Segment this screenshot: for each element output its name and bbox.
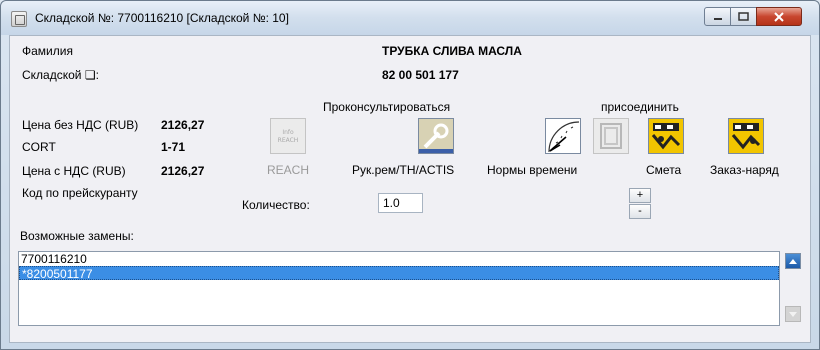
estimate-icon — [649, 119, 683, 153]
repair-manual-button[interactable] — [418, 118, 454, 154]
triangle-up-icon — [789, 259, 797, 264]
minimize-button[interactable] — [704, 7, 731, 26]
quantity-decrement-button[interactable]: - — [629, 204, 651, 219]
quantity-increment-button[interactable]: + — [629, 188, 651, 203]
triangle-down-icon — [789, 312, 797, 317]
wrench-icon — [419, 119, 453, 153]
app-icon — [11, 11, 27, 27]
work-order-label: Заказ-наряд — [710, 163, 779, 177]
reach-info-icon: Info REACH — [278, 129, 299, 144]
estimate-label: Смета — [646, 163, 682, 177]
family-label: Фамилия — [22, 44, 73, 58]
replacements-label: Возможные замены: — [20, 229, 134, 243]
minimize-icon — [713, 17, 722, 20]
cort-label: CORT — [22, 140, 56, 154]
svg-text:Info: Info — [282, 129, 294, 136]
reach-label: REACH — [267, 163, 310, 177]
maximize-icon — [738, 12, 749, 21]
gross-price-label: Цена с НДС (RUB) — [22, 164, 126, 178]
net-price-value: 2126,27 — [161, 118, 205, 132]
cort-value: 1-71 — [161, 140, 186, 154]
replacements-list[interactable]: 7700116210 *8200501177 — [18, 251, 780, 326]
stock-number-value: 82 00 501 177 — [382, 68, 459, 82]
time-norms-label: Нормы времени — [487, 163, 578, 177]
stock-number-label: Складской ❏: — [22, 68, 99, 82]
work-order-button[interactable] — [728, 118, 764, 154]
work-order-icon — [729, 119, 763, 153]
clock-icon — [546, 119, 580, 153]
svg-text:REACH: REACH — [278, 137, 299, 144]
list-item-selected[interactable]: *8200501177 — [19, 266, 779, 281]
scroll-up-button[interactable] — [785, 253, 801, 269]
close-button[interactable] — [756, 7, 802, 26]
document-stack-icon — [600, 123, 622, 149]
repair-manual-label: Рук.рем/TH/ACTIS — [352, 163, 455, 177]
application-window: Складской №: 7700116210 [Складской №: 10… — [0, 0, 820, 350]
reach-button[interactable]: Info REACH — [270, 118, 306, 154]
net-price-label: Цена без НДС (RUB) — [22, 118, 139, 132]
title-bar[interactable]: Складской №: 7700116210 [Складской №: 10… — [1, 1, 819, 35]
maximize-button[interactable] — [730, 7, 757, 26]
window-title: Складской №: 7700116210 [Складской №: 10… — [35, 11, 289, 25]
estimate-button[interactable] — [648, 118, 684, 154]
family-value: ТРУБКА СЛИВА МАСЛА — [382, 44, 522, 58]
price-list-code-label: Код по прейскуранту — [22, 186, 138, 200]
consult-section-label: Проконсультироваться — [323, 100, 451, 114]
close-icon — [774, 11, 784, 22]
quantity-input[interactable]: 1.0 — [378, 193, 423, 213]
scroll-down-button[interactable] — [785, 306, 801, 322]
list-item[interactable]: 7700116210 — [19, 252, 779, 266]
time-norms-button[interactable] — [545, 118, 581, 154]
gross-price-value: 2126,27 — [161, 164, 205, 178]
part-info-panel: Фамилия ТРУБКА СЛИВА МАСЛА Складской ❏: … — [9, 35, 811, 343]
quantity-label: Количество: — [242, 198, 310, 212]
attach-section-label: присоединить — [601, 100, 679, 114]
attach-disabled-button[interactable] — [593, 118, 629, 154]
